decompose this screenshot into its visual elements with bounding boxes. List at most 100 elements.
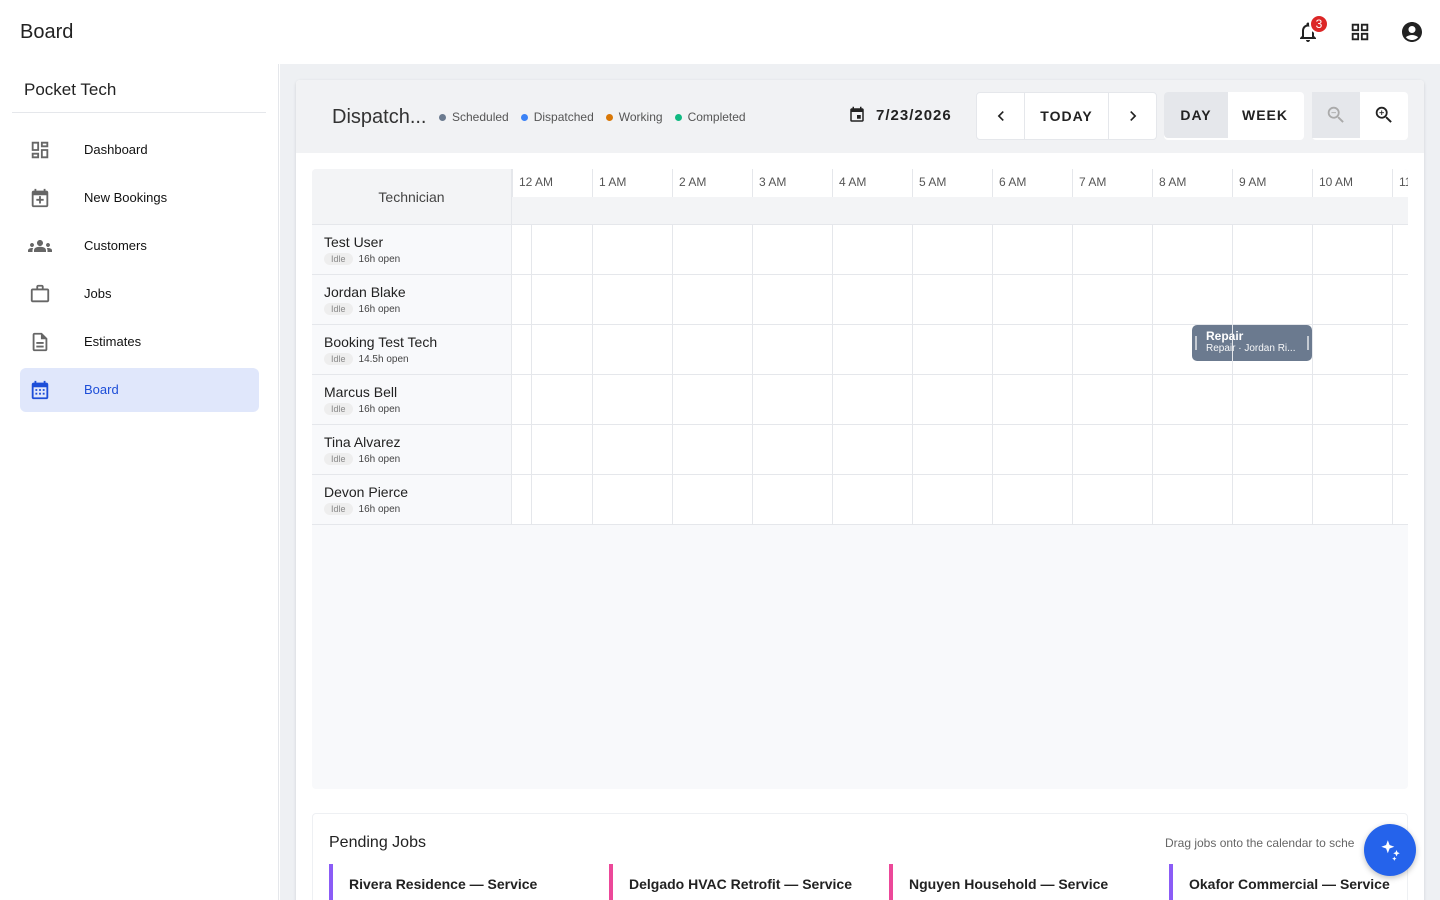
pending-jobs-title: Pending Jobs (329, 834, 426, 851)
calendar-icon (850, 106, 864, 122)
sidebar-item-new-bookings[interactable]: New Bookings (20, 176, 259, 220)
status-badge: Idle (324, 253, 353, 265)
grid-line (752, 275, 753, 324)
technician-cell: Booking Test Tech Idle 14.5h open (312, 325, 512, 374)
grid-line (592, 425, 593, 474)
view-toggle: DAY WEEK (1164, 92, 1304, 140)
grid-line (592, 475, 593, 524)
sidebar-item-jobs[interactable]: Jobs (20, 272, 259, 316)
grid-line (832, 425, 833, 474)
hour-label: 3 AM (752, 169, 832, 197)
sidebar-item-label: Dashboard (84, 142, 148, 157)
sidebar: Pocket Tech Dashboard New Bookings Custo… (0, 64, 279, 900)
hour-label: 10 AM (1312, 169, 1392, 197)
chevron-right-icon (1129, 111, 1136, 121)
today-button[interactable]: TODAY (1025, 93, 1109, 139)
top-bar: Board 3 (0, 0, 1440, 64)
hour-label: 2 AM (672, 169, 752, 197)
grid-line (832, 325, 833, 374)
legend-dispatched: Dispatched (520, 110, 594, 124)
apps-button[interactable] (1346, 18, 1374, 46)
grid-line (1232, 225, 1233, 274)
day-view-button[interactable]: DAY (1164, 92, 1228, 138)
zoom-out-icon (1327, 106, 1344, 123)
grid-line (1152, 325, 1153, 374)
technician-row: Marcus Bell Idle 16h open (312, 375, 1408, 425)
technician-row: Booking Test Tech Idle 14.5h open Repair … (312, 325, 1408, 375)
grid-line (1232, 425, 1233, 474)
prev-day-button[interactable] (977, 93, 1025, 139)
pending-jobs-panel: Pending Jobs Drag jobs onto the calendar… (312, 813, 1408, 900)
grid-line (672, 375, 673, 424)
zoom-in-button[interactable] (1360, 92, 1408, 138)
grid-line (1392, 325, 1393, 374)
dashboard-icon (28, 138, 52, 162)
grid-line (992, 325, 993, 374)
pending-job-card[interactable]: Rivera Residence — Service (329, 864, 589, 900)
grid-line (912, 225, 913, 274)
status-dot (674, 113, 682, 121)
sparkle-icon (1381, 840, 1400, 861)
grid-line (1392, 275, 1393, 324)
technician-cell: Tina Alvarez Idle 16h open (312, 425, 512, 474)
technician-name: Devon Pierce (324, 484, 409, 500)
grid-line (1312, 425, 1313, 474)
job-block[interactable]: Repair Repair · Jordan Ri... (1192, 325, 1312, 361)
org-name: Pocket Tech (24, 80, 117, 99)
grid-line (1232, 475, 1233, 524)
grid-line (672, 425, 673, 474)
status-badge: Idle (324, 303, 353, 315)
grid-line (1072, 425, 1073, 474)
week-view-button[interactable]: WEEK (1228, 92, 1302, 138)
hour-label: 4 AM (832, 169, 912, 197)
technician-cell: Jordan Blake Idle 16h open (312, 275, 512, 324)
technician-cell: Devon Pierce Idle 16h open (312, 475, 512, 524)
account-button[interactable] (1398, 18, 1426, 46)
notifications-button[interactable]: 3 (1294, 14, 1329, 46)
pending-job-card[interactable]: Delgado HVAC Retrofit — Service (609, 864, 869, 900)
sidebar-item-dashboard[interactable]: Dashboard (20, 128, 259, 172)
grid-line (832, 225, 833, 274)
legend-label: Completed (687, 110, 746, 124)
pending-job-card[interactable]: Okafor Commercial — Service (1169, 864, 1407, 900)
hour-label: 12 AM (512, 169, 592, 197)
grid-line (1392, 375, 1393, 424)
technician-column-header: Technician (312, 169, 512, 225)
chevron-left-icon (997, 111, 1004, 121)
grid-line (752, 225, 753, 274)
calendar-grid-icon (28, 378, 52, 402)
grid-line (672, 275, 673, 324)
job-title: Repair (1206, 329, 1244, 343)
briefcase-icon (28, 282, 52, 306)
grid-line (592, 275, 593, 324)
account-icon (1402, 22, 1422, 42)
grid-line (832, 375, 833, 424)
sidebar-item-estimates[interactable]: Estimates (20, 320, 259, 364)
sidebar-item-board[interactable]: Board (20, 368, 259, 412)
hour-label: 5 AM (912, 169, 992, 197)
status-dot (605, 113, 613, 121)
people-icon (28, 234, 52, 258)
date-picker[interactable]: 7/23/2026 (848, 106, 952, 124)
hour-label: 11 (1392, 169, 1408, 197)
next-day-button[interactable] (1109, 93, 1156, 139)
sidebar-item-customers[interactable]: Customers (20, 224, 259, 268)
zoom-out-button[interactable] (1312, 92, 1360, 138)
grid-line (1152, 375, 1153, 424)
open-hours: 16h open (358, 403, 401, 415)
hour-label: 6 AM (992, 169, 1072, 197)
grid-line (752, 425, 753, 474)
status-legend: Scheduled Dispatched Working Completed (439, 110, 746, 124)
technician-row: Jordan Blake Idle 16h open (312, 275, 1408, 325)
technician-cell: Test User Idle 16h open (312, 225, 512, 274)
grid-line (752, 375, 753, 424)
technician-row: Devon Pierce Idle 16h open (312, 475, 1408, 525)
ai-assistant-button[interactable] (1364, 824, 1416, 876)
grid-line (672, 225, 673, 274)
grid-line (832, 475, 833, 524)
grid-line (1072, 275, 1073, 324)
pending-job-card[interactable]: Nguyen Household — Service (889, 864, 1149, 900)
grid-line (1392, 475, 1393, 524)
grid-line (1152, 425, 1153, 474)
schedule-grid: Technician 12 AM 1 AM 2 AM 3 AM 4 AM 5 A… (312, 169, 1408, 789)
